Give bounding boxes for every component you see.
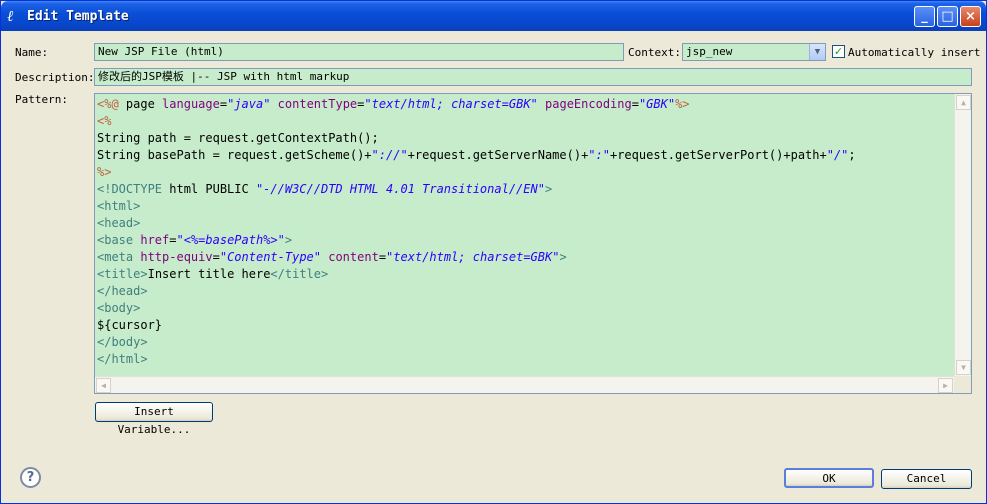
- name-input[interactable]: New JSP File (html): [94, 43, 624, 61]
- auto-insert-checkbox[interactable]: ✓: [832, 45, 845, 58]
- context-value: jsp_new: [686, 45, 733, 58]
- scroll-down-icon[interactable]: ▼: [956, 360, 971, 375]
- window-title: Edit Template: [27, 9, 129, 24]
- template-icon: ℓ: [7, 7, 14, 25]
- scroll-right-icon[interactable]: ▶: [938, 378, 953, 393]
- close-button[interactable]: ×: [960, 6, 981, 27]
- context-select[interactable]: jsp_new ▼: [682, 43, 826, 61]
- scroll-up-icon[interactable]: ▲: [956, 95, 971, 110]
- code-line[interactable]: ${cursor}: [97, 317, 952, 334]
- code-line[interactable]: <%@ page language="java" contentType="te…: [97, 96, 952, 113]
- code-line[interactable]: </head>: [97, 283, 952, 300]
- code-line[interactable]: String path = request.getContextPath();: [97, 130, 952, 147]
- edit-template-dialog: ℓ Edit Template _ □ × Name: New JSP File…: [0, 0, 987, 504]
- chevron-down-icon[interactable]: ▼: [809, 44, 825, 60]
- context-label: Context:: [628, 46, 681, 59]
- code-line[interactable]: </body>: [97, 334, 952, 351]
- code-line[interactable]: <head>: [97, 215, 952, 232]
- scroll-left-icon[interactable]: ◀: [96, 378, 111, 393]
- pattern-label: Pattern:: [15, 93, 68, 106]
- scroll-corner: [954, 376, 971, 393]
- pattern-code[interactable]: <%@ page language="java" contentType="te…: [97, 96, 952, 376]
- description-label: Description:: [15, 71, 95, 84]
- code-line[interactable]: <body>: [97, 300, 952, 317]
- code-line[interactable]: <base href="<%=basePath%>">: [97, 232, 952, 249]
- title-bar[interactable]: ℓ Edit Template _ □ ×: [1, 1, 986, 31]
- insert-variable-button[interactable]: Insert Variable...: [95, 402, 213, 436]
- code-line[interactable]: <meta http-equiv="Content-Type" content=…: [97, 249, 952, 266]
- maximize-button[interactable]: □: [937, 6, 958, 27]
- code-line[interactable]: </html>: [97, 351, 952, 368]
- code-line[interactable]: String basePath = request.getScheme()+":…: [97, 147, 952, 164]
- code-line[interactable]: <title>Insert title here</title>: [97, 266, 952, 283]
- vertical-scrollbar[interactable]: ▲ ▼: [954, 94, 971, 376]
- code-line[interactable]: <html>: [97, 198, 952, 215]
- cancel-button[interactable]: Cancel: [881, 469, 972, 489]
- code-line[interactable]: <%: [97, 113, 952, 130]
- code-line[interactable]: %>: [97, 164, 952, 181]
- name-label: Name:: [15, 46, 49, 59]
- ok-button[interactable]: OK: [784, 468, 874, 488]
- horizontal-scrollbar[interactable]: ◀ ▶: [95, 376, 954, 393]
- minimize-button[interactable]: _: [914, 6, 935, 27]
- pattern-editor[interactable]: <%@ page language="java" contentType="te…: [94, 93, 972, 394]
- auto-insert-label[interactable]: Automatically insert: [848, 46, 980, 59]
- description-input[interactable]: 修改后的JSP模板 |-- JSP with html markup: [94, 68, 972, 86]
- code-line[interactable]: <!DOCTYPE html PUBLIC "-//W3C//DTD HTML …: [97, 181, 952, 198]
- help-icon[interactable]: ?: [20, 467, 41, 488]
